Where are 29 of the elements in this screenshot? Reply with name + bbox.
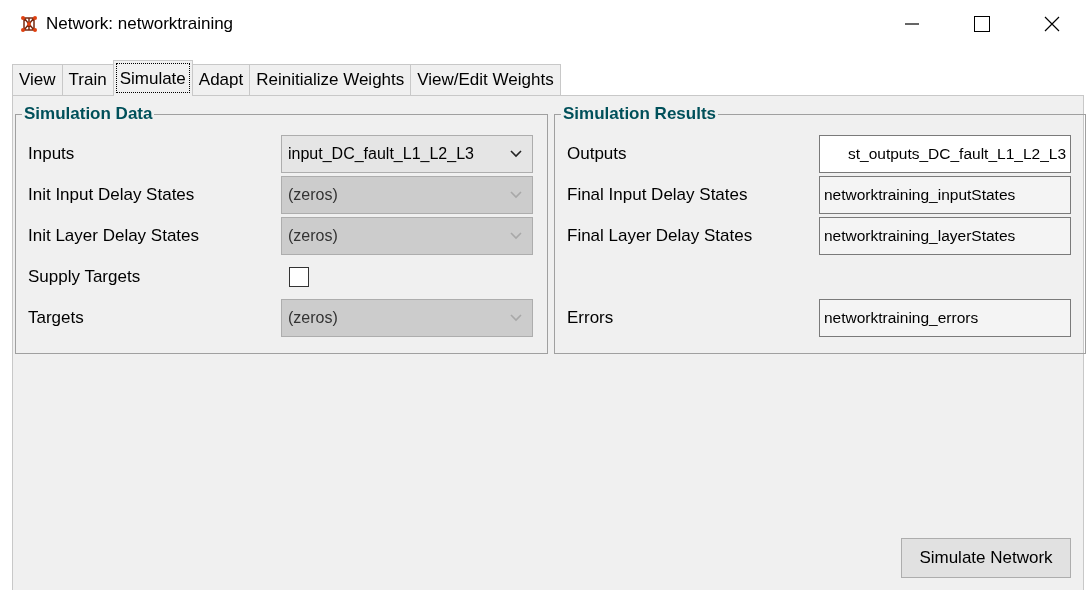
chevron-down-icon [510,231,522,240]
group-title: Simulation Results [562,104,718,124]
field-label: Supply Targets [28,266,141,287]
chevron-down-icon [510,190,522,199]
text-field[interactable]: st_outputs_DC_fault_L1_L2_L3 [819,134,1071,173]
group-title: Simulation Data [23,104,154,124]
network-app-icon [20,15,38,33]
field-label: Errors [567,307,614,328]
tab[interactable]: View [12,64,63,96]
tab[interactable]: Simulate [112,60,193,96]
tab[interactable]: Adapt [191,64,251,96]
field-label: Init Input Delay States [28,184,195,205]
chevron-down-icon [510,149,522,158]
close-icon[interactable] [1044,16,1060,32]
maximize-icon[interactable] [974,16,990,32]
field-label: Final Input Delay States [567,184,748,205]
field-label: Inputs [28,143,75,164]
tab[interactable]: Train [61,64,114,96]
field-label: Init Layer Delay States [28,225,200,246]
chevron-down-icon [510,313,522,322]
field-label: Final Layer Delay States [567,225,753,246]
tab[interactable]: Reinitialize Weights [249,64,412,96]
dropdown[interactable]: input_DC_fault_L1_L2_L3 [281,134,533,173]
window-title: Network: networktraining [46,14,235,34]
tab[interactable]: View/Edit Weights [410,64,561,96]
simulate-button[interactable]: Simulate Network [901,538,1071,578]
field-label: Outputs [567,143,627,164]
field-label: Targets [28,307,84,328]
checkbox[interactable] [289,266,309,287]
